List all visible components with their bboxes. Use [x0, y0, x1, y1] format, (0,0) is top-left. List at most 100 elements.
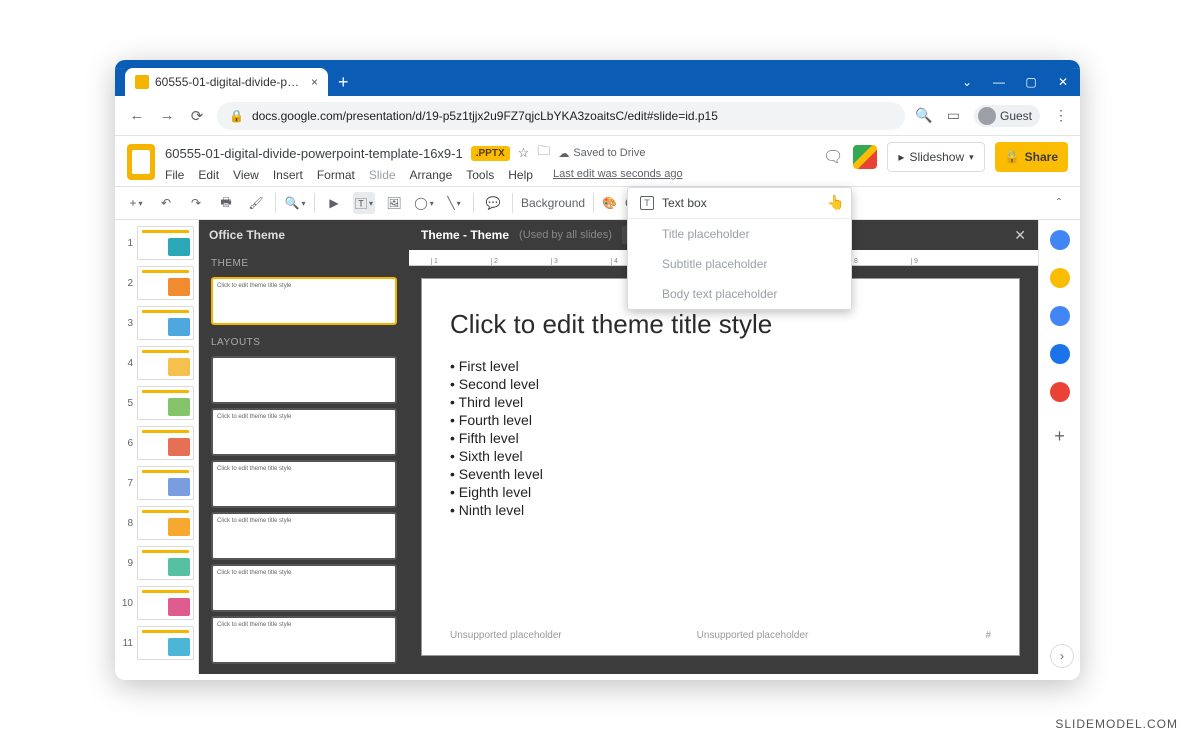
slide-thumb[interactable]: 1: [119, 226, 194, 260]
slides-favicon: [135, 75, 149, 89]
close-tab-icon[interactable]: ×: [311, 75, 318, 89]
dropdown-item-textbox[interactable]: Text box: [628, 188, 851, 219]
layout-thumb[interactable]: Click to edit theme title style: [211, 408, 397, 456]
menubar: File Edit View Insert Format Slide Arran…: [165, 168, 683, 182]
play-icon: ▸: [898, 150, 904, 164]
layout-thumb[interactable]: Click to edit theme title style: [211, 460, 397, 508]
chevron-down-icon[interactable]: ⌄: [960, 75, 974, 89]
slide-thumb[interactable]: 9: [119, 546, 194, 580]
slideshow-button[interactable]: ▸ Slideshow ▾: [887, 142, 984, 172]
titlebar: 60555-01-digital-divide-powerpc × + ⌄ ― …: [115, 68, 1080, 96]
slide-thumb[interactable]: 6: [119, 426, 194, 460]
new-tab-button[interactable]: +: [338, 72, 349, 93]
paint-format-button[interactable]: 🖌: [245, 192, 267, 214]
dropdown-item-subtitle-placeholder[interactable]: Subtitle placeholder: [628, 249, 851, 279]
tab-title: 60555-01-digital-divide-powerpc: [155, 75, 305, 89]
layout-thumb[interactable]: Click to edit theme title style: [211, 564, 397, 612]
profile-chip[interactable]: Guest: [974, 105, 1040, 127]
menu-insert[interactable]: Insert: [273, 168, 303, 182]
textbox-icon: [640, 196, 654, 210]
share-button[interactable]: 🔒 Share: [995, 142, 1068, 172]
lock-icon: 🔒: [1005, 150, 1020, 164]
document-title[interactable]: 60555-01-digital-divide-powerpoint-templ…: [165, 146, 463, 161]
redo-button[interactable]: ↷: [185, 192, 207, 214]
textbox-tool[interactable]: 🅃: [353, 192, 375, 214]
search-icon[interactable]: 🔍: [915, 107, 932, 124]
slide-thumb[interactable]: 11: [119, 626, 194, 660]
background-button[interactable]: Background: [521, 196, 585, 210]
contacts-icon[interactable]: [1050, 344, 1070, 364]
layout-thumb[interactable]: Click to edit theme title style: [211, 512, 397, 560]
slide-stage[interactable]: Click to edit theme title style • First …: [409, 266, 1038, 674]
kebab-menu-icon[interactable]: ⋮: [1054, 107, 1068, 124]
menu-tools[interactable]: Tools: [466, 168, 494, 182]
comments-icon[interactable]: 🗨: [823, 147, 843, 167]
star-icon[interactable]: ☆: [518, 145, 530, 161]
layout-thumb[interactable]: [211, 356, 397, 404]
keep-icon[interactable]: [1050, 268, 1070, 288]
select-tool[interactable]: ▶: [323, 192, 345, 214]
maximize-icon[interactable]: ▢: [1024, 75, 1038, 89]
forward-icon[interactable]: →: [157, 107, 177, 124]
line-tool[interactable]: ╲: [443, 192, 465, 214]
shape-tool[interactable]: ◯: [413, 192, 435, 214]
last-edit-link[interactable]: Last edit was seconds ago: [553, 168, 683, 182]
reload-icon[interactable]: ⟳: [187, 107, 207, 125]
watermark: SLIDEMODEL.COM: [1055, 717, 1178, 731]
menu-file[interactable]: File: [165, 168, 184, 182]
theme-master-thumb[interactable]: Click to edit theme title style: [211, 277, 397, 325]
menu-slide: Slide: [369, 168, 396, 182]
canvas-area: Theme - Theme (Used by all slides) Renam…: [409, 220, 1038, 674]
add-addon-icon[interactable]: +: [1054, 426, 1065, 447]
slide-thumb[interactable]: 2: [119, 266, 194, 300]
slide-panel[interactable]: 1 2 3 4 5 6 7 8 9 10 11: [115, 220, 199, 674]
close-theme-icon[interactable]: ✕: [1014, 227, 1026, 244]
menu-view[interactable]: View: [233, 168, 259, 182]
close-window-icon[interactable]: ✕: [1056, 75, 1070, 89]
move-icon[interactable]: 🗀: [537, 142, 550, 164]
image-tool[interactable]: 🖼: [383, 192, 405, 214]
window-controls: ⌄ ― ▢ ✕: [960, 75, 1070, 89]
slide-thumb[interactable]: 5: [119, 386, 194, 420]
menu-arrange[interactable]: Arrange: [410, 168, 453, 182]
cloud-icon: ☁: [558, 147, 569, 160]
tasks-icon[interactable]: [1050, 306, 1070, 326]
slide-thumb[interactable]: 10: [119, 586, 194, 620]
layout-thumb[interactable]: Click to edit theme title style: [211, 616, 397, 664]
master-slide[interactable]: Click to edit theme title style • First …: [421, 278, 1020, 656]
reader-icon[interactable]: ▭: [947, 107, 960, 124]
dropdown-item-body-placeholder[interactable]: Body text placeholder: [628, 279, 851, 309]
profile-label: Guest: [1000, 109, 1032, 123]
toolbar: + ↶ ↷ 🖶 🖌 🔍 ▶ 🅃 🖼 ◯ ╲ 💬 Background 🎨 Col…: [115, 186, 1080, 220]
back-icon[interactable]: ←: [127, 107, 147, 124]
hide-sidepanel-button[interactable]: ›: [1050, 644, 1074, 668]
maps-icon[interactable]: [1050, 382, 1070, 402]
new-slide-button[interactable]: +: [125, 192, 147, 214]
undo-button[interactable]: ↶: [155, 192, 177, 214]
slide-thumb[interactable]: 3: [119, 306, 194, 340]
slide-body-placeholder[interactable]: • First level • Second level • Third lev…: [450, 358, 991, 518]
chevron-down-icon[interactable]: ▾: [969, 152, 974, 163]
minimize-icon[interactable]: ―: [992, 75, 1006, 89]
unsupported-placeholder: Unsupported placeholder: [450, 630, 562, 641]
slide-thumb[interactable]: 4: [119, 346, 194, 380]
menu-edit[interactable]: Edit: [198, 168, 219, 182]
tab-strip: 60555-01-digital-divide-powerpc × +: [125, 68, 349, 96]
menu-help[interactable]: Help: [508, 168, 533, 182]
menu-format[interactable]: Format: [317, 168, 355, 182]
meet-icon[interactable]: [853, 145, 877, 169]
slides-logo-icon[interactable]: [127, 144, 155, 180]
browser-tab[interactable]: 60555-01-digital-divide-powerpc ×: [125, 68, 328, 96]
comment-button[interactable]: 💬: [482, 192, 504, 214]
slide-title-placeholder[interactable]: Click to edit theme title style: [450, 309, 991, 340]
slide-thumb[interactable]: 7: [119, 466, 194, 500]
collapse-toolbar-icon[interactable]: ˆ: [1048, 192, 1070, 214]
theme-rail-header: Office Theme: [199, 220, 409, 250]
theme-section-label: THEME: [199, 250, 409, 273]
zoom-button[interactable]: 🔍: [284, 192, 306, 214]
url-field[interactable]: 🔒 docs.google.com/presentation/d/19-p5z1…: [217, 102, 905, 130]
dropdown-item-title-placeholder[interactable]: Title placeholder: [628, 219, 851, 249]
calendar-icon[interactable]: [1050, 230, 1070, 250]
print-button[interactable]: 🖶: [215, 192, 237, 214]
slide-thumb[interactable]: 8: [119, 506, 194, 540]
